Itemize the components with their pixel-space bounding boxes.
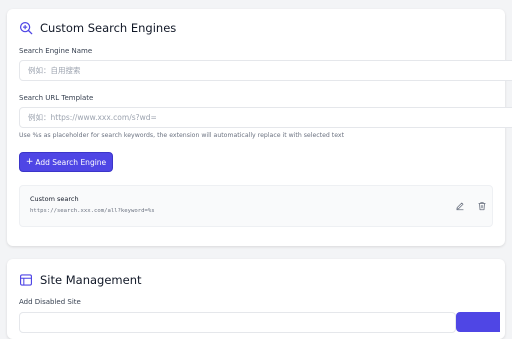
search-engine-name-input[interactable]: 例如：自用搜索 [19, 60, 512, 81]
browser-window-icon [20, 274, 32, 286]
add-search-engine-label: Add Search Engine [35, 157, 107, 167]
search-engine-item-url: https://search.xxx.com/all?keyword=%s [30, 208, 155, 214]
search-url-template-input[interactable]: 例如：https://www.xxx.com/s?wd= [19, 107, 512, 128]
site-management-header: Site Management [19, 273, 142, 287]
site-management-card: Site Management Add Disabled Site [7, 259, 505, 339]
custom-search-engines-title: Custom Search Engines [40, 21, 177, 35]
custom-search-engines-card: Custom Search Engines Search Engine Name… [7, 9, 512, 246]
add-disabled-site-label: Add Disabled Site [19, 298, 81, 306]
search-plus-icon [19, 21, 33, 35]
site-management-title: Site Management [40, 273, 142, 287]
disabled-site-input[interactable] [19, 312, 456, 333]
search-url-template-label: Search URL Template [19, 94, 94, 102]
search-engine-item-name: Custom search [30, 195, 79, 203]
search-engine-item: Custom search https://search.xxx.com/all… [19, 185, 493, 227]
search-url-template-placeholder: 例如：https://www.xxx.com/s?wd= [28, 113, 157, 122]
add-search-engine-button[interactable]: + Add Search Engine [19, 152, 113, 172]
search-engine-name-placeholder: 例如：自用搜索 [28, 66, 81, 75]
search-engine-name-label: Search Engine Name [19, 47, 93, 55]
plus-icon: + [25, 156, 34, 167]
custom-search-engines-header: Custom Search Engines [19, 21, 176, 35]
edit-button[interactable] [454, 200, 465, 211]
trash-icon [478, 201, 485, 210]
pencil-icon [455, 202, 463, 210]
delete-button[interactable] [476, 200, 487, 211]
placeholder-hint-text: Use %s as placeholder for search keyword… [19, 132, 345, 139]
add-disabled-site-button[interactable] [456, 312, 500, 332]
